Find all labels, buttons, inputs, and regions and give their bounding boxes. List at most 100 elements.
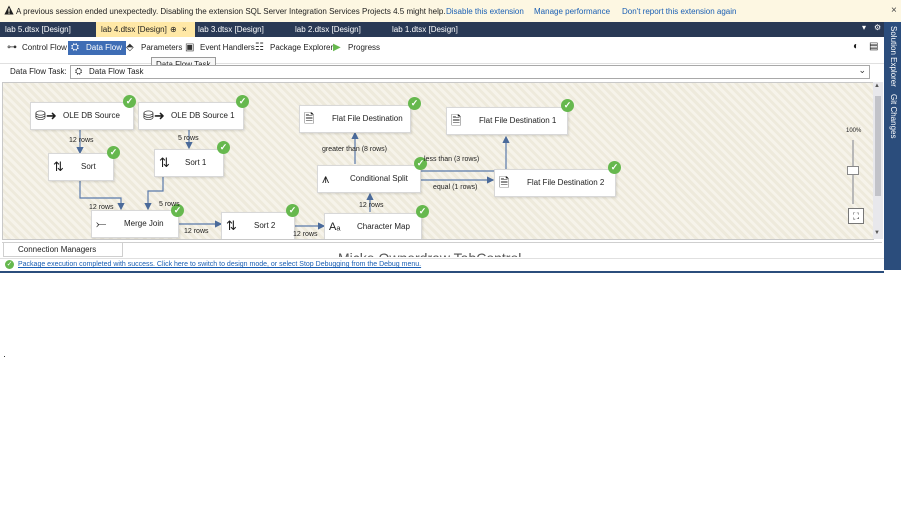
success-check-icon: ✓ [217,141,230,154]
flat-file-destination-icon: 🗎 [304,111,315,126]
tab-lab3[interactable]: lab 3.dtsx [Design] [193,22,290,37]
success-check-icon: ✓ [286,204,299,217]
info-bar: A previous session ended unexpectedly. D… [0,0,901,23]
success-check-icon: ✓ [408,97,421,110]
data-flow-canvas[interactable]: ⛁➜ OLE DB Source ✓ ⛁➜ OLE DB Source 1 ✓ … [2,82,874,240]
flow-split-less [420,135,510,172]
task-combobox[interactable]: ⛭ Data Flow Task ⌄ [70,65,870,79]
database-source-icon: ⛁➜ [35,108,57,123]
flow-label: equal (1 rows) [433,184,478,191]
tab-label: lab 3.dtsx [Design] [198,25,264,34]
flow-label: greater than (8 rows) [322,146,387,153]
tab-label: lab 4.dtsx [Design] [101,25,167,34]
tab-data-flow[interactable]: ⛭ Data Flow [68,41,127,55]
dont-report-link[interactable]: Don't report this extension again [622,7,736,16]
scroll-down-icon[interactable]: ▼ [874,230,880,236]
flow-label: 5 rows [159,201,180,208]
tab-control-flow[interactable]: ⊶ Control Flow [4,41,67,55]
warning-icon [4,5,14,15]
success-check-icon: ✓ [107,146,120,159]
scrollbar-thumb[interactable] [875,96,881,196]
document-tab-bar: lab 5.dtsx [Design] lab 4.dtsx [Design] … [0,22,884,37]
tab-label: lab 2.dtsx [Design] [295,25,361,34]
flat-file-destination-icon: 🗎 [451,113,462,128]
tab-package-explorer[interactable]: ☷ Package Explorer [252,41,333,55]
parameters-icon: ⬘ [126,42,134,53]
scroll-up-icon[interactable]: ▲ [874,83,880,89]
success-check-icon: ✓ [416,205,429,218]
success-check-icon: ✓ [123,95,136,108]
connection-managers-tab[interactable]: Connection Managers [3,243,123,257]
sort-node[interactable]: ⇅ Sort [48,153,114,181]
success-check-icon: ✓ [236,95,249,108]
flow-label: 12 rows [359,202,384,209]
conditional-split-node[interactable]: ⩚ Conditional Split [317,165,421,193]
tab-progress[interactable]: ▶ Progress [330,41,380,55]
flow-label: 12 rows [184,228,209,235]
flow-label: 12 rows [89,204,114,211]
ole-db-source-1-node[interactable]: ⛁➜ OLE DB Source 1 [138,102,244,130]
merge-join-icon: ⤚ [96,216,107,231]
git-changes-tab[interactable]: Git Changes [889,94,898,138]
task-value: Data Flow Task [89,67,144,76]
data-flow-icon: ⛭ [71,42,79,53]
pin-icon[interactable]: ⊕ [170,22,177,37]
info-message: A previous session ended unexpectedly. D… [16,7,446,16]
zoom-control: 100% ⛶ [843,126,869,226]
sort-icon: ⇅ [159,155,170,170]
task-selector-row: Data Flow Task: ⛭ Data Flow Task ⌄ [0,64,884,80]
flat-file-destination-1-node[interactable]: 🗎 Flat File Destination 1 [446,107,568,135]
tab-event-handlers[interactable]: ▣ Event Handlers [182,41,255,55]
sort-2-node[interactable]: ⇅ Sort 2 [221,212,295,239]
right-tool-strip: Solution Explorer Git Changes [884,22,901,270]
zoom-slider-thumb[interactable] [847,166,859,175]
zoom-percent: 100% [846,128,862,134]
execution-status-bar: ✓ Package execution completed with succe… [0,258,884,273]
package-explorer-icon: ☷ [255,42,264,53]
tab-lab5[interactable]: lab 5.dtsx [Design] [0,22,97,37]
tab-lab1[interactable]: lab 1.dtsx [Design] [387,22,488,37]
manage-performance-link[interactable]: Manage performance [534,7,610,16]
tab-dropdown-icon[interactable]: ▾ [862,23,866,32]
flow-label: less than (3 rows) [424,156,480,163]
success-check-icon: ✓ [608,161,621,174]
designer-toolbar: ⊶ Control Flow ⛭ Data Flow ⬘ Parameters ▣ Ev… [0,37,884,64]
flow-label: 12 rows [69,137,94,144]
progress-icon: ▶ [333,42,341,53]
control-flow-icon: ⊶ [7,42,17,53]
settings-icon[interactable]: ⚙ [874,23,881,32]
variables-icon[interactable]: ▤ [869,41,878,52]
task-label: Data Flow Task: [10,67,67,76]
character-map-icon: Aₐ [329,221,341,233]
close-tab-icon[interactable]: × [182,22,187,37]
database-source-icon: ⛁➜ [143,108,165,123]
vertical-scrollbar[interactable]: ▲ ▼ [873,82,883,239]
sort-icon: ⇅ [226,218,237,233]
data-flow-task-icon: ⛭ [75,66,83,76]
execution-status-link[interactable]: Package execution completed with success… [18,261,421,268]
flat-file-destination-node[interactable]: 🗎 Flat File Destination [299,105,411,133]
tab-label: lab 1.dtsx [Design] [392,25,458,34]
conditional-split-icon: ⩚ [322,171,330,186]
zoom-palette-icon[interactable]: ◐ [853,41,859,52]
tab-parameters[interactable]: ⬘ Parameters [123,41,182,55]
tab-lab4[interactable]: lab 4.dtsx [Design] ⊕ × [96,22,195,37]
flat-file-destination-icon: 🗎 [499,175,510,190]
tab-lab2[interactable]: lab 2.dtsx [Design] [290,22,387,37]
merge-join-node[interactable]: ⤚ Merge Join [91,210,179,238]
event-handlers-icon: ▣ [185,42,195,53]
disable-extension-link[interactable]: Disable this extension [446,7,524,16]
sort-1-node[interactable]: ⇅ Sort 1 [154,149,224,177]
zoom-to-fit-icon[interactable]: ⛶ [848,208,864,224]
close-icon[interactable]: × [891,5,897,16]
chevron-down-icon[interactable]: ⌄ [858,65,866,76]
character-map-node[interactable]: Aₐ Character Map [324,213,422,239]
flat-file-destination-2-node[interactable]: 🗎 Flat File Destination 2 [494,169,616,197]
success-check-icon: ✓ [5,260,14,269]
flow-label: 5 rows [178,135,199,142]
ole-db-source-node[interactable]: ⛁➜ OLE DB Source [30,102,134,130]
tab-label: lab 5.dtsx [Design] [5,25,71,34]
stray-dot [4,356,5,357]
flow-label: 12 rows [293,231,318,238]
solution-explorer-tab[interactable]: Solution Explorer [889,26,898,87]
